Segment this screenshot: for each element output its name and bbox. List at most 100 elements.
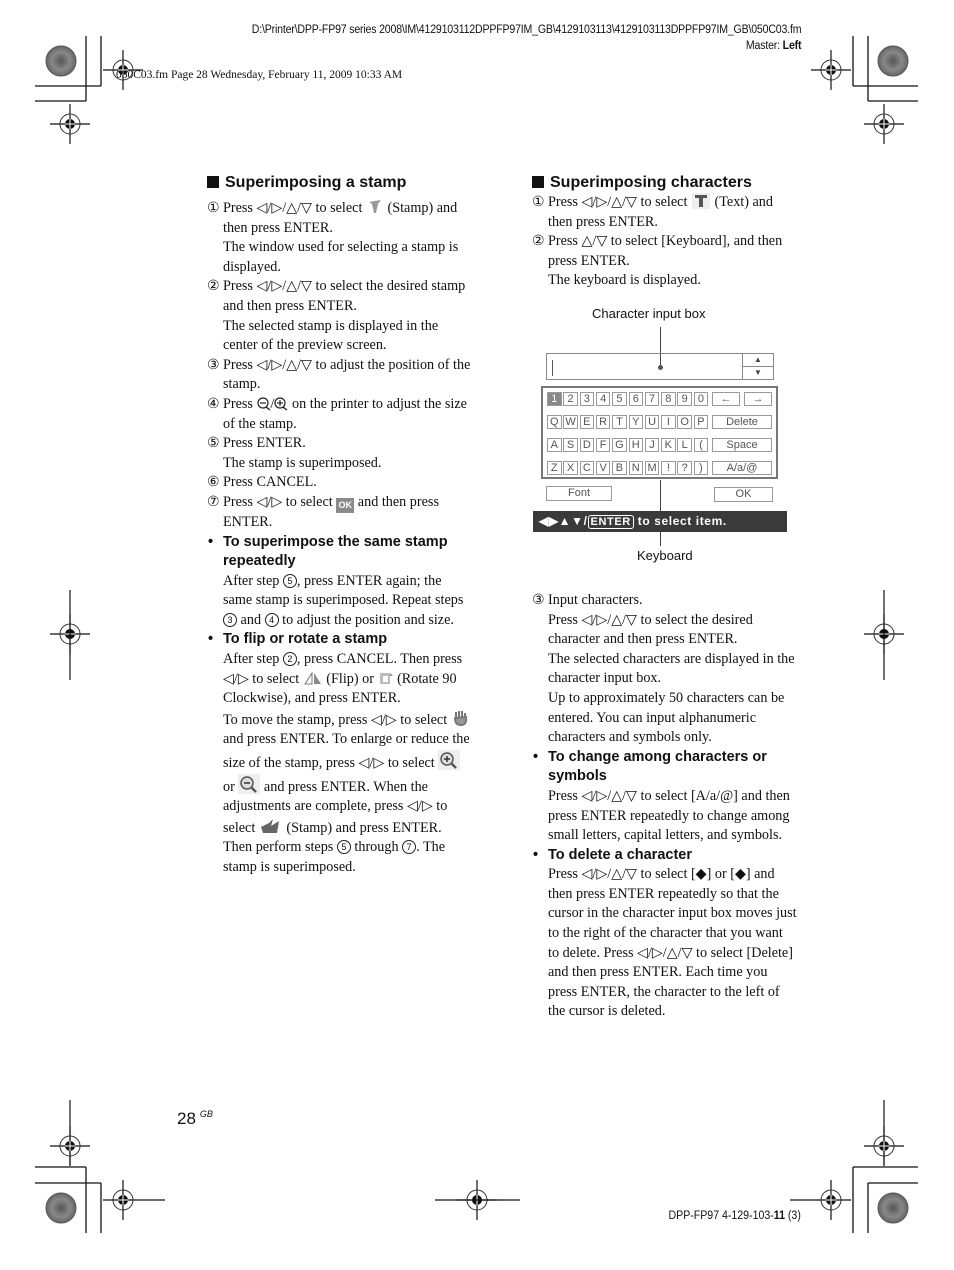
key-U[interactable]: U bbox=[644, 415, 660, 429]
key-Y[interactable]: Y bbox=[628, 415, 643, 429]
key-3[interactable]: 3 bbox=[579, 392, 595, 406]
key-0[interactable]: 0 bbox=[693, 392, 709, 406]
step-2: ② Press △/▽ to select [Keyboard], and th… bbox=[532, 233, 783, 289]
key-C[interactable]: C bbox=[579, 461, 595, 475]
key-R[interactable]: R bbox=[595, 415, 611, 429]
circled-step-ref: 7 bbox=[402, 840, 417, 855]
key-cursor-right[interactable]: → bbox=[744, 392, 772, 406]
tip-heading: To flip or rotate a stamp bbox=[207, 630, 472, 650]
key-4[interactable]: 4 bbox=[595, 392, 611, 406]
stamp-icon bbox=[260, 818, 279, 833]
key-8[interactable]: 8 bbox=[661, 392, 676, 406]
key-7[interactable]: 7 bbox=[644, 392, 660, 406]
key-K[interactable]: K bbox=[661, 438, 676, 452]
tip-heading: To change among characters or symbols bbox=[532, 748, 797, 787]
section-superimposing-stamp: Superimposing a stamp ① Press ◁/▷/△/▽ to… bbox=[207, 173, 472, 878]
key-9[interactable]: 9 bbox=[677, 392, 692, 406]
flip-icon bbox=[303, 670, 321, 685]
key-1[interactable]: 1 bbox=[547, 392, 562, 406]
square-bullet-icon bbox=[207, 176, 219, 188]
key-cursor-left[interactable]: ← bbox=[712, 392, 740, 406]
key-L[interactable]: L bbox=[677, 438, 692, 452]
callout-line bbox=[660, 480, 661, 546]
color-target bbox=[877, 45, 909, 77]
key-W[interactable]: W bbox=[563, 415, 578, 429]
key-?[interactable]: ? bbox=[677, 461, 692, 475]
key-([interactable]: ( bbox=[693, 438, 709, 452]
key-B[interactable]: B bbox=[612, 461, 627, 475]
reduce-icon bbox=[238, 773, 261, 794]
key-Q[interactable]: Q bbox=[547, 415, 562, 429]
key-T[interactable]: T bbox=[612, 415, 627, 429]
circled-step-ref: 3 bbox=[223, 612, 237, 627]
key-A[interactable]: A bbox=[547, 438, 562, 452]
tip-body: Press ◁/▷/△/▽ to select [A/a/@] and then… bbox=[548, 787, 790, 844]
callout-keyboard: Keyboard bbox=[637, 548, 693, 563]
tip-heading: To superimpose the same stamp repeatedly bbox=[207, 533, 472, 572]
circled-step-ref: 4 bbox=[264, 612, 279, 627]
key-F[interactable]: F bbox=[595, 438, 611, 452]
key-space[interactable]: Space bbox=[712, 438, 772, 452]
key-E[interactable]: E bbox=[579, 415, 595, 429]
circled-step-ref: 5 bbox=[336, 840, 351, 855]
scroll-down-button[interactable]: ▼ bbox=[743, 367, 773, 380]
key-P[interactable]: P bbox=[693, 415, 709, 429]
file-path-header: D:\Printer\DPP-FP97 series 2008\IM\41291… bbox=[251, 22, 801, 54]
step-3: ③ Input characters. Press ◁/▷/△/▽ to sel… bbox=[532, 591, 795, 746]
key-)[interactable]: ) bbox=[693, 461, 709, 475]
key-5[interactable]: 5 bbox=[612, 392, 627, 406]
scroll-up-button[interactable]: ▲ bbox=[743, 354, 773, 367]
step-3: ③ Press ◁/▷/△/▽ to adjust the position o… bbox=[207, 356, 471, 393]
file-path: D:\Printer\DPP-FP97 series 2008\IM\41291… bbox=[251, 24, 801, 36]
ok-icon: OK bbox=[336, 497, 355, 513]
key-S[interactable]: S bbox=[563, 438, 578, 452]
circled-step-ref: 2 bbox=[282, 652, 297, 667]
document-id: DPP-FP97 4-129-103-11 (3) bbox=[668, 1210, 801, 1222]
key-M[interactable]: M bbox=[644, 461, 660, 475]
section-superimposing-characters: Superimposing characters ① Press ◁/▷/△/▽… bbox=[532, 173, 797, 1022]
circled-step-ref: 5 bbox=[282, 573, 297, 588]
key-Z[interactable]: Z bbox=[547, 461, 562, 475]
key-G[interactable]: G bbox=[612, 438, 627, 452]
key-6[interactable]: 6 bbox=[628, 392, 643, 406]
key-delete[interactable]: Delete bbox=[712, 415, 772, 429]
step-2: ② Press ◁/▷/△/▽ to select the desired st… bbox=[207, 278, 466, 354]
section-title: Superimposing characters bbox=[532, 173, 797, 193]
tip-body: Press ◁/▷/△/▽ to select [◆] or [◆] and t… bbox=[548, 866, 797, 1020]
key-J[interactable]: J bbox=[644, 438, 660, 452]
master-page: Master: Left bbox=[745, 40, 802, 52]
color-target bbox=[877, 1192, 909, 1224]
key-2[interactable]: 2 bbox=[563, 392, 578, 406]
on-screen-keyboard: 1 2 3 4 5 6 7 8 9 0 Q W E R T Y U I O P A S D F G H J K L( Z X C V B N M!?)… bbox=[541, 386, 778, 479]
step-4: ④ Press / on the printer to adjust the s… bbox=[207, 395, 467, 432]
key-O[interactable]: O bbox=[677, 415, 692, 429]
key-case-toggle[interactable]: A/a/@ bbox=[712, 461, 772, 475]
key-N[interactable]: N bbox=[628, 461, 643, 475]
registration-marks bbox=[35, 36, 918, 1233]
text-icon bbox=[691, 193, 710, 209]
key-V[interactable]: V bbox=[595, 461, 611, 475]
enlarge-icon bbox=[438, 750, 461, 771]
scroll-spinner[interactable]: ▲ ▼ bbox=[742, 354, 773, 379]
text-cursor bbox=[552, 360, 553, 376]
font-button[interactable]: Font bbox=[546, 486, 612, 501]
tip-heading: To delete a character bbox=[532, 846, 797, 866]
zoom-in-icon bbox=[274, 397, 288, 411]
enter-key-icon: ENTER bbox=[587, 515, 634, 529]
step-6: ⑥ Press CANCEL. bbox=[207, 474, 317, 491]
callout-character-input-box: Character input box bbox=[592, 306, 706, 321]
step-7: ⑦ Press ◁/▷ to select OK and then press … bbox=[207, 493, 439, 530]
key-I[interactable]: I bbox=[661, 415, 676, 429]
rotate-icon bbox=[379, 672, 393, 684]
ok-button[interactable]: OK bbox=[714, 487, 773, 502]
key-H[interactable]: H bbox=[628, 438, 643, 452]
key-X[interactable]: X bbox=[563, 461, 578, 475]
zoom-out-icon bbox=[256, 397, 270, 411]
tip-body: After step 2, press CANCEL. Then press ◁… bbox=[223, 651, 470, 875]
key-D[interactable]: D bbox=[579, 438, 595, 452]
step-1: ① Press ◁/▷/△/▽ to select (Text) and the… bbox=[532, 193, 773, 230]
character-input-box[interactable]: ▲ ▼ bbox=[546, 353, 774, 380]
key-![interactable]: ! bbox=[661, 461, 676, 475]
color-target bbox=[45, 45, 77, 77]
step-5: ⑤ Press ENTER. The stamp is superimposed… bbox=[207, 435, 382, 471]
